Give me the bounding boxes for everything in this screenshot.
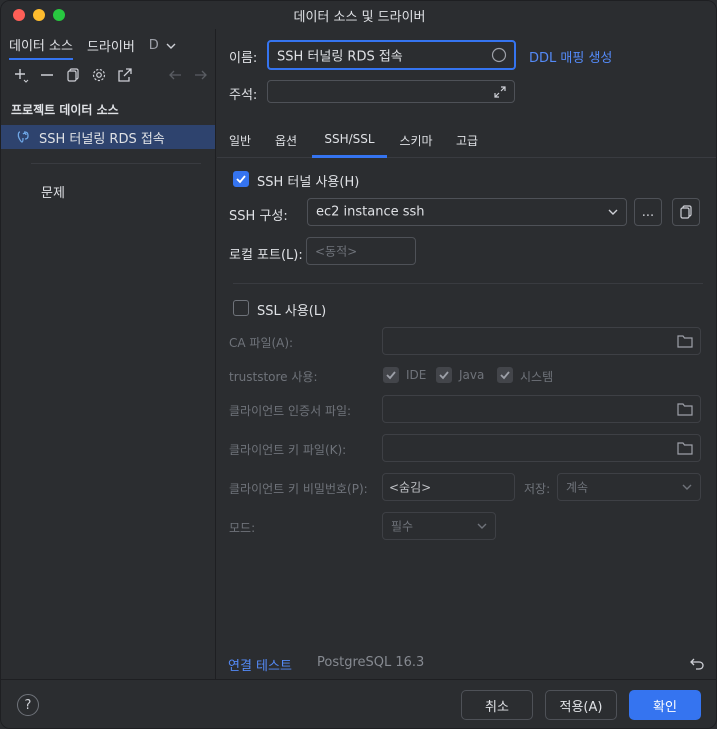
truststore-label: truststore 사용: [229,370,318,384]
name-label: 이름: [229,51,258,66]
test-connection-link[interactable]: 연결 테스트 [228,655,292,674]
comment-input[interactable] [267,80,515,103]
save-select-value: 계속 [566,480,589,495]
zoom-window-button[interactable] [53,9,65,21]
gear-icon[interactable] [91,67,107,83]
cancel-button[interactable]: 취소 [461,690,533,720]
client-key-password-value: <숨김> [389,480,432,495]
driver-version: PostgreSQL 16.3 [317,655,425,670]
dialog-footer: ? 취소 적용(A) 확인 [1,679,716,728]
section-divider [233,283,703,284]
forward-arrow-icon[interactable] [193,67,209,83]
ssh-checkbox-label[interactable]: SSH 터널 사용(H) [257,171,359,190]
mode-select[interactable]: 필수 [382,512,496,540]
copy-icon[interactable] [65,67,81,83]
folder-icon[interactable] [677,402,693,416]
ssh-config-more-button[interactable]: ... [634,198,662,226]
circle-icon [491,47,507,63]
tab-general[interactable]: 일반 [223,122,257,158]
mode-select-value: 필수 [391,519,414,534]
tab-overflow-label: D [148,38,159,53]
tab-options[interactable]: 옵션 [269,122,303,158]
tab-data-sources[interactable]: 데이터 소스 [9,35,73,60]
settings-tabs: 일반 옵션 SSH/SSL 스키마 고급 [217,122,716,158]
status-bar: 연결 테스트 PostgreSQL 16.3 [217,647,716,679]
window-title: 데이터 소스 및 드라이버 [293,9,426,25]
folder-icon[interactable] [677,441,693,455]
truststore-system-checkbox[interactable] [497,367,513,383]
left-toolbar [13,67,209,83]
copy-config-button[interactable] [672,198,700,226]
remove-icon[interactable] [39,67,55,83]
close-window-button[interactable] [13,9,25,21]
title-bar: 데이터 소스 및 드라이버 [1,1,716,29]
client-key-password-label: 클라이언트 키 비밀번호(P): [229,482,368,496]
tab-drivers[interactable]: 드라이버 [87,36,135,59]
truststore-java-label: Java [459,368,485,382]
truststore-ide-label: IDE [406,368,427,382]
minimize-window-button[interactable] [33,9,45,21]
local-port-input[interactable]: <동적> [306,237,416,265]
postgresql-icon [17,131,29,143]
chevron-down-icon [166,43,176,49]
client-cert-input[interactable] [382,395,701,423]
ssl-checkbox-label[interactable]: SSL 사용(L) [257,300,326,319]
back-arrow-icon[interactable] [167,67,183,83]
ssh-checkbox[interactable] [233,171,249,187]
save-label: 저장: [524,482,551,496]
checkmark-icon [439,371,449,380]
tab-overflow[interactable]: D [149,38,177,57]
expand-icon[interactable] [493,85,507,99]
truststore-java-checkbox[interactable] [436,367,452,383]
data-source-label: SSH 터널링 RDS 접속 [39,131,165,147]
left-panel: 데이터 소스 드라이버 D 프로젝트 데이터 소스 SSH 터널링 RDS 접속… [1,29,216,679]
more-button-label: ... [641,204,655,220]
chevron-down-icon [608,209,618,215]
left-tabs: 데이터 소스 드라이버 D [9,35,177,60]
client-key-password-input[interactable]: <숨김> [382,473,515,501]
comment-label: 주석: [229,88,258,103]
undo-icon[interactable] [689,655,705,671]
divider [31,163,201,164]
chevron-down-icon [682,484,692,490]
truststore-ide-checkbox[interactable] [383,367,399,383]
checkmark-icon [386,371,396,380]
apply-button[interactable]: 적용(A) [545,690,617,720]
client-cert-label: 클라이언트 인증서 파일: [229,404,352,418]
chevron-down-icon [477,523,487,529]
tab-advanced[interactable]: 고급 [449,122,485,158]
local-port-label: 로컬 포트(L): [229,248,303,263]
ddl-mapping-link[interactable]: DDL 매핑 생성 [529,47,612,66]
folder-icon[interactable] [677,334,693,348]
client-key-label: 클라이언트 키 파일(K): [229,443,347,457]
client-key-input[interactable] [382,434,701,462]
ssh-config-select[interactable]: ec2 instance ssh [307,198,627,226]
problems-item[interactable]: 문제 [41,182,65,201]
tab-ssh-ssl[interactable]: SSH/SSL [312,122,387,158]
save-select[interactable]: 계속 [557,473,701,501]
right-panel: 이름: SSH 터널링 RDS 접속 DDL 매핑 생성 주석: 일반 옵션 S… [217,29,716,679]
truststore-system-label: 시스템 [520,370,554,384]
ca-file-input[interactable] [382,327,701,355]
local-port-placeholder: <동적> [315,244,358,259]
mode-label: 모드: [229,521,256,535]
tab-schemas[interactable]: 스키마 [394,122,438,158]
checkmark-icon [236,175,246,184]
name-input[interactable]: SSH 터널링 RDS 접속 [267,40,516,70]
ssh-config-value: ec2 instance ssh [316,204,425,220]
help-button[interactable]: ? [17,694,39,716]
checkmark-icon [500,371,510,380]
external-link-icon[interactable] [117,67,133,83]
ssh-config-label: SSH 구성: [229,209,288,224]
ssl-checkbox[interactable] [233,300,249,316]
data-source-item[interactable]: SSH 터널링 RDS 접속 [1,125,215,149]
dialog-window: 데이터 소스 및 드라이버 데이터 소스 드라이버 D 프로젝트 데이터 소스 … [0,0,717,729]
ok-button[interactable]: 확인 [629,690,701,720]
window-controls [13,9,65,21]
add-icon[interactable] [13,67,29,83]
project-data-sources-heading: 프로젝트 데이터 소스 [11,103,119,117]
name-input-value: SSH 터널링 RDS 접속 [277,49,403,65]
copy-icon [680,205,692,219]
ca-file-label: CA 파일(A): [229,336,294,350]
